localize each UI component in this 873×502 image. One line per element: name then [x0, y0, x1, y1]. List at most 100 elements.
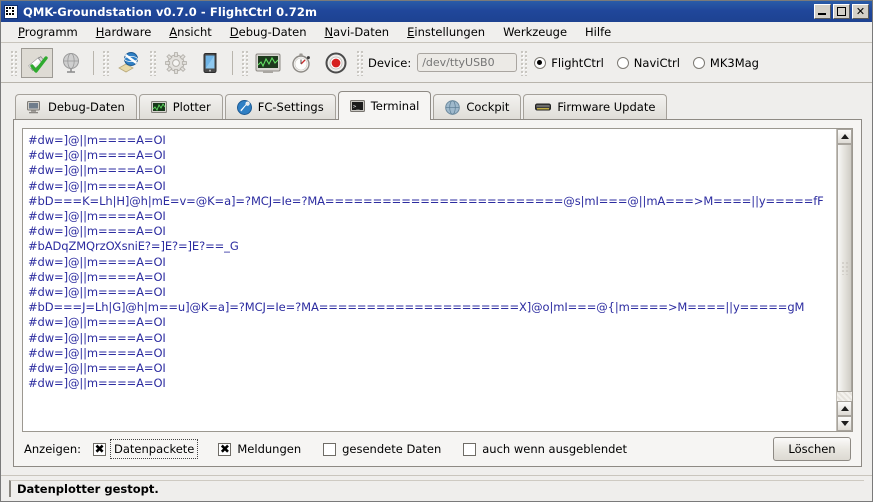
debug-icon — [27, 101, 42, 114]
toolbar-grip[interactable] — [520, 50, 527, 76]
tab-bar: Debug-Daten Plotter FC-Settings — [13, 91, 862, 119]
plotter-icon — [151, 101, 167, 114]
terminal-line: #dw=]@||m====A=OI — [28, 285, 833, 300]
radio-label: MK3Mag — [710, 56, 759, 70]
record-icon — [324, 51, 348, 75]
terminal-line: #dw=]@||m====A=OI — [28, 224, 833, 239]
checkbox-icon — [93, 443, 106, 456]
display-options-row: Anzeigen: Datenpackete Meldungen gesende… — [22, 432, 853, 466]
status-message: Datenplotter gestopt. — [9, 480, 864, 497]
terminal-panel: #dw=]@||m====A=OI #dw=]@||m====A=OI #dw=… — [13, 119, 862, 467]
plotter-icon — [255, 52, 281, 74]
checkbox-auch-wenn-ausgeblendet[interactable]: auch wenn ausgeblendet — [463, 442, 627, 456]
terminal-line: #dw=]@||m====A=OI — [28, 255, 833, 270]
map-icon-button[interactable] — [113, 48, 145, 78]
terminal-line: #dw=]@||m====A=OI — [28, 331, 833, 346]
title-bar[interactable]: QMK-Groundstation v0.7.0 - FlightCtrl 0.… — [1, 1, 872, 22]
menu-item-hardware[interactable]: Hardware — [87, 23, 161, 41]
terminal-text: #dw=]@||m====A=OI #dw=]@||m====A=OI #dw=… — [23, 129, 836, 431]
window-controls: ✕ — [814, 4, 870, 19]
map-icon — [117, 51, 141, 75]
tab-fc-settings[interactable]: FC-Settings — [225, 94, 336, 119]
terminal-line: #dw=]@||m====A=OI — [28, 361, 833, 376]
menu-item-navi-daten[interactable]: Navi-Daten — [316, 23, 399, 41]
stopwatch-icon — [290, 51, 314, 75]
toolbar: Device: FlightCtrl NaviCtrl MK3Mag — [1, 43, 872, 83]
tab-plotter[interactable]: Plotter — [139, 94, 223, 119]
terminal-line: #dw=]@||m====A=OI — [28, 376, 833, 391]
radio-mk3mag[interactable]: MK3Mag — [693, 56, 759, 70]
scroll-track-gap[interactable] — [837, 392, 852, 401]
toolbar-separator — [232, 51, 233, 75]
checkbox-label: Meldungen — [237, 442, 301, 456]
toolbar-grip[interactable] — [10, 50, 17, 76]
terminal-line: #dw=]@||m====A=OI — [28, 163, 833, 178]
tab-terminal[interactable]: >_ Terminal — [338, 91, 432, 120]
tab-label: Terminal — [371, 99, 420, 113]
menu-item-programm[interactable]: Programm — [9, 23, 87, 41]
board-radio-group: FlightCtrl NaviCtrl MK3Mag — [534, 56, 768, 70]
clear-button[interactable]: Löschen — [773, 437, 851, 461]
checkbox-datenpackete[interactable]: Datenpackete — [93, 441, 196, 457]
terminal-line: #dw=]@||m====A=OI — [28, 270, 833, 285]
chevron-up-icon — [841, 406, 849, 411]
globe-icon — [59, 51, 83, 75]
globe-icon-button[interactable] — [55, 48, 87, 78]
terminal-line: #bADqZMQrzOXsniE?=]E?=]E?==_G — [28, 239, 833, 254]
radio-label: NaviCtrl — [634, 56, 680, 70]
gear-icon-button[interactable] — [160, 48, 192, 78]
scroll-up-button-bottom[interactable] — [837, 401, 852, 416]
toolbar-grip[interactable] — [102, 50, 109, 76]
toolbar-grip[interactable] — [149, 50, 156, 76]
toolbar-grip[interactable] — [356, 50, 363, 76]
terminal-output[interactable]: #dw=]@||m====A=OI #dw=]@||m====A=OI #dw=… — [22, 128, 853, 432]
chevron-up-icon — [841, 134, 849, 139]
menu-item-einstellungen[interactable]: Einstellungen — [398, 23, 494, 41]
app-icon — [4, 5, 18, 19]
menu-item-hilfe[interactable]: Hilfe — [576, 23, 620, 41]
terminal-line: #dw=]@||m====A=OI — [28, 133, 833, 148]
chevron-down-icon — [841, 421, 849, 426]
status-bar: Datenplotter gestopt. — [1, 475, 872, 501]
window-title: QMK-Groundstation v0.7.0 - FlightCtrl 0.… — [23, 5, 814, 19]
tab-label: Debug-Daten — [48, 100, 125, 114]
checkbox-icon — [218, 443, 231, 456]
menu-item-debug-daten[interactable]: Debug-Daten — [221, 23, 316, 41]
checkbox-label: Datenpackete — [112, 441, 196, 457]
checkbox-gesendete-daten[interactable]: gesendete Daten — [323, 442, 441, 456]
menu-item-ansicht[interactable]: Ansicht — [160, 23, 220, 41]
scroll-thumb[interactable] — [837, 144, 852, 392]
terminal-icon: >_ — [350, 100, 365, 113]
tab-label: Plotter — [173, 100, 211, 114]
scroll-track[interactable] — [837, 144, 852, 401]
radio-flightctrl[interactable]: FlightCtrl — [534, 56, 604, 70]
menu-label: rogramm — [25, 25, 78, 39]
connect-icon-button[interactable] — [21, 48, 53, 78]
plotter-icon-button[interactable] — [252, 48, 284, 78]
device-icon-button[interactable] — [194, 48, 226, 78]
firmware-icon — [535, 101, 551, 113]
scroll-down-button[interactable] — [837, 416, 852, 431]
toolbar-grip[interactable] — [241, 50, 248, 76]
vertical-scrollbar[interactable] — [836, 129, 852, 431]
minimize-button[interactable] — [814, 4, 831, 19]
content-area: Debug-Daten Plotter FC-Settings — [1, 83, 872, 475]
tab-cockpit[interactable]: Cockpit — [433, 94, 521, 119]
device-icon — [198, 51, 222, 75]
main-window: QMK-Groundstation v0.7.0 - FlightCtrl 0.… — [0, 0, 873, 502]
tab-firmware-update[interactable]: Firmware Update — [523, 94, 667, 119]
record-icon-button[interactable] — [320, 48, 352, 78]
tab-label: Cockpit — [466, 100, 509, 114]
scroll-up-button[interactable] — [837, 129, 852, 144]
maximize-button[interactable] — [833, 4, 850, 19]
menu-item-werkzeuge[interactable]: Werkzeuge — [494, 23, 576, 41]
stopwatch-icon-button[interactable] — [286, 48, 318, 78]
radio-dot-icon — [693, 57, 705, 69]
device-label: Device: — [368, 56, 411, 70]
close-button[interactable]: ✕ — [852, 4, 869, 19]
checkbox-meldungen[interactable]: Meldungen — [218, 442, 301, 456]
device-input[interactable] — [417, 53, 517, 72]
tab-debug-daten[interactable]: Debug-Daten — [15, 94, 137, 119]
radio-dot-icon — [534, 57, 546, 69]
radio-navictrl[interactable]: NaviCtrl — [617, 56, 680, 70]
